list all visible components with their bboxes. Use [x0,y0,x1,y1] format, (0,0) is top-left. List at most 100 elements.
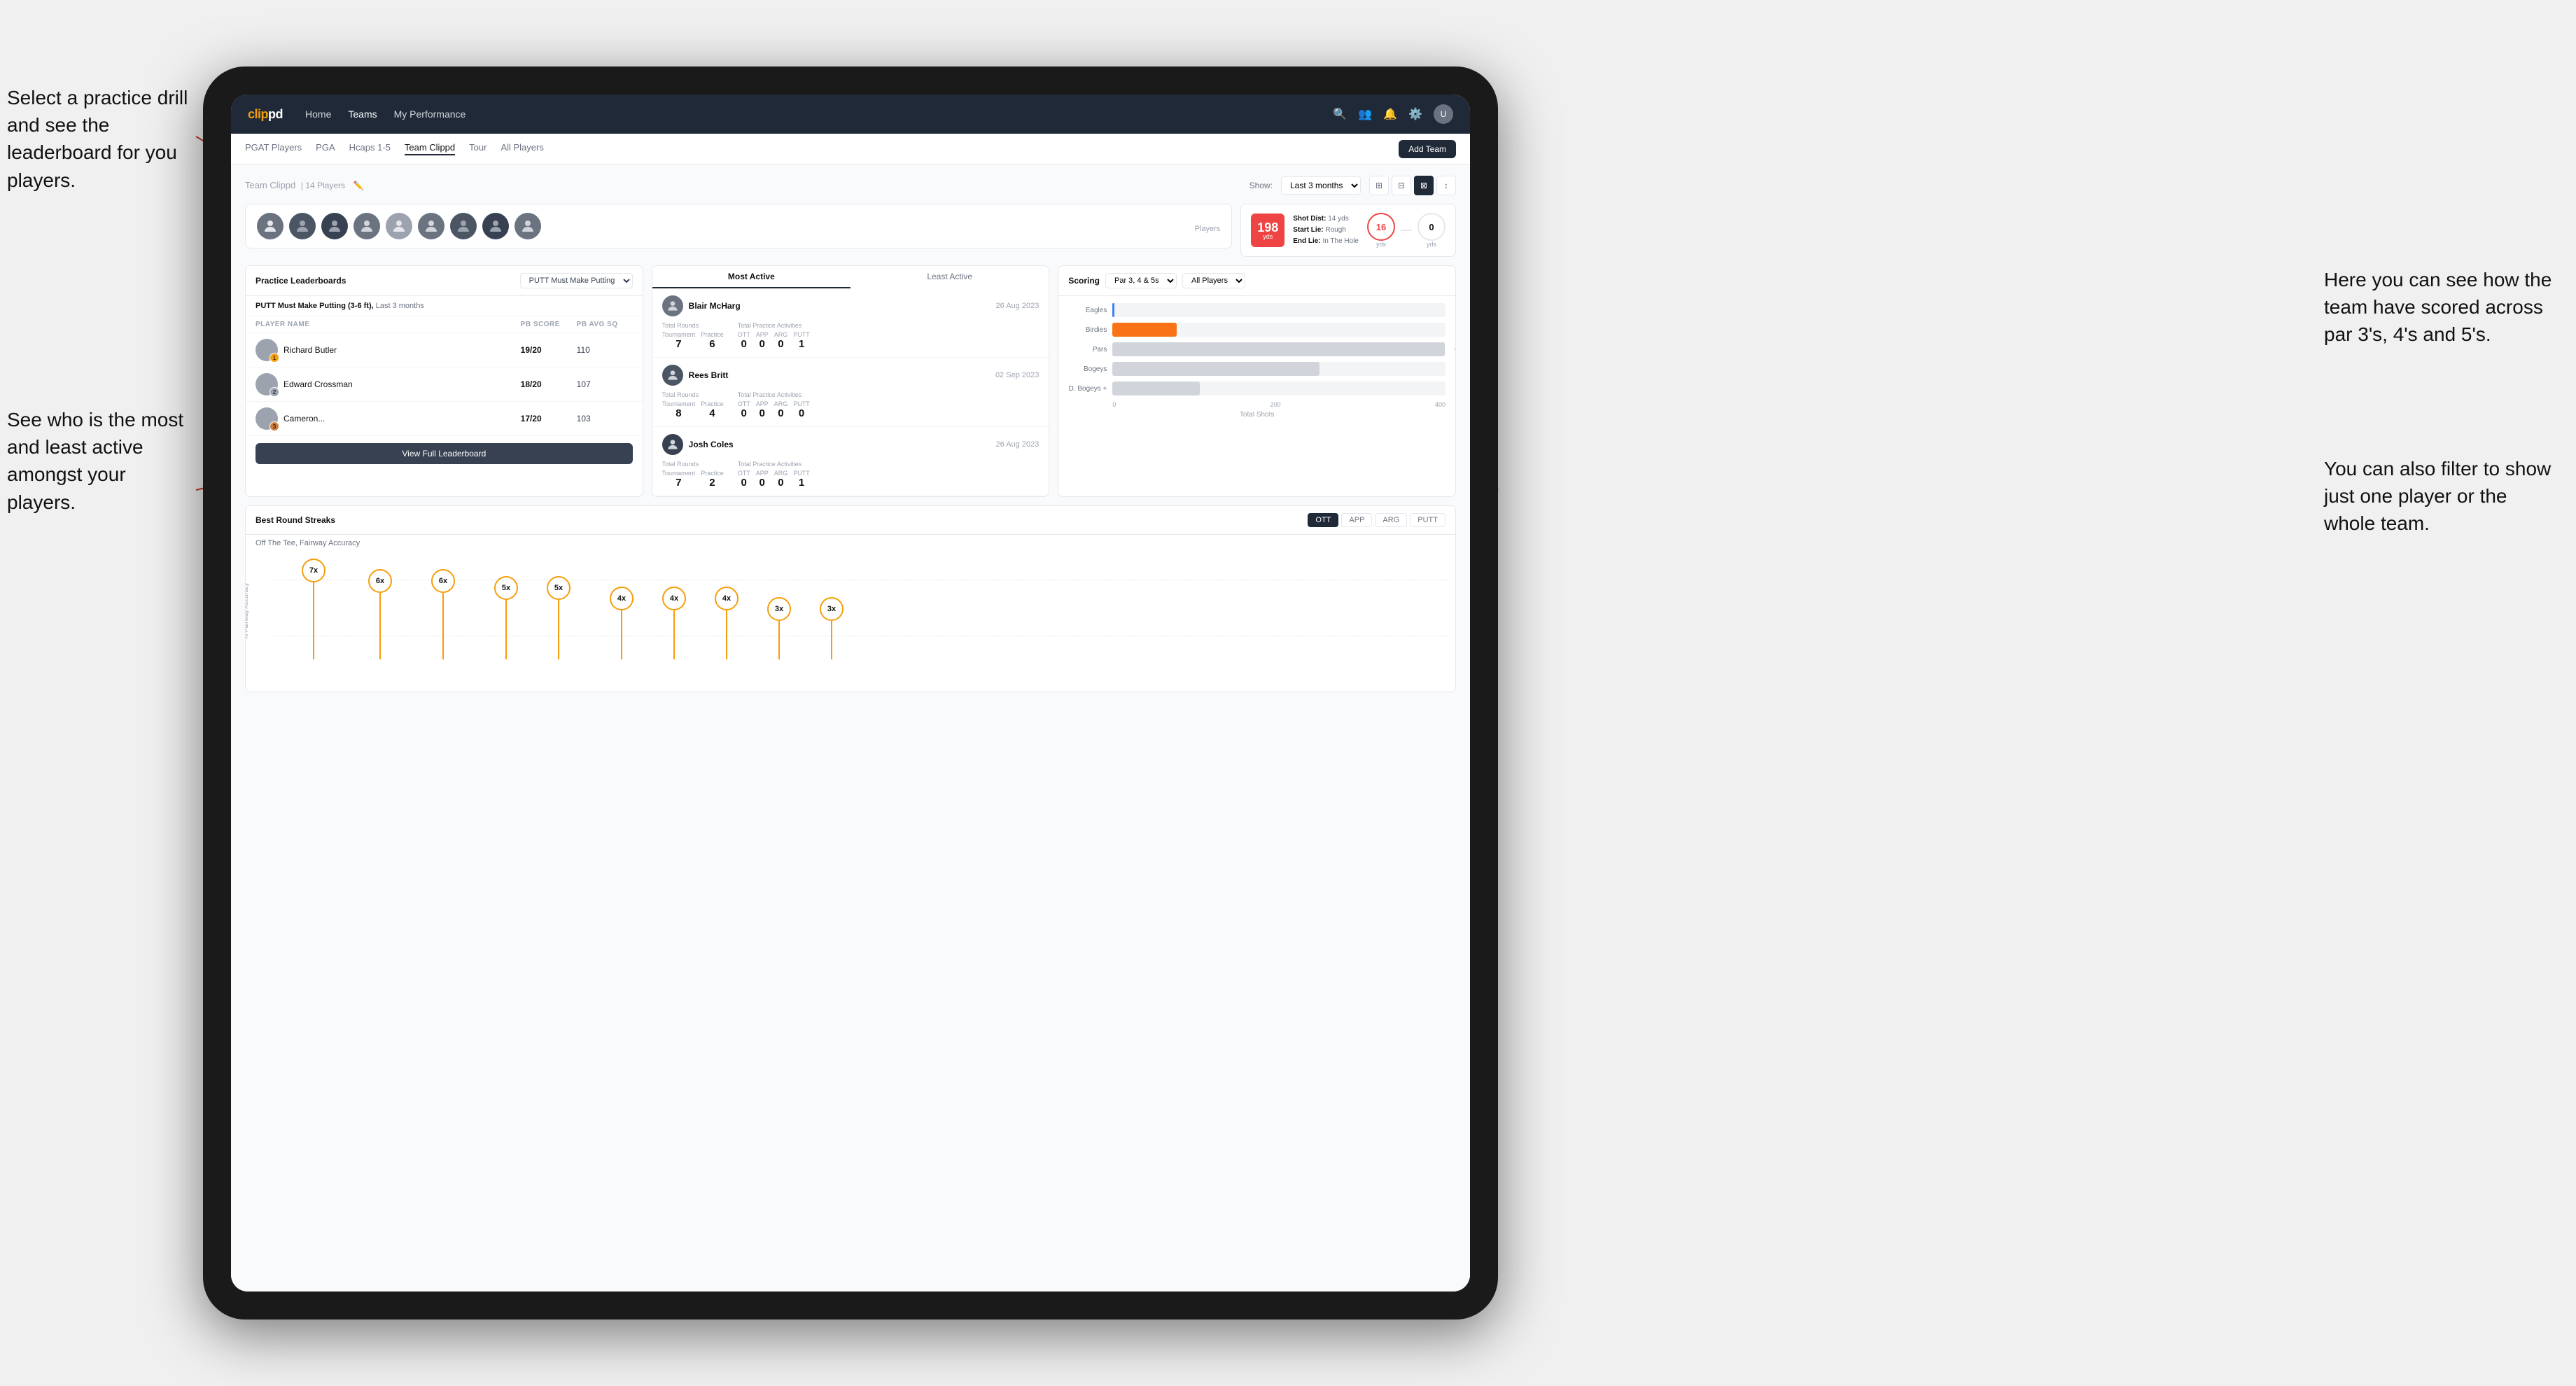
streaks-chart: % Fairway Accuracy 7x 6x [246,552,1455,692]
streaks-tab-app[interactable]: APP [1341,513,1372,527]
streak-dot-8: 4x [715,587,738,659]
edit-icon[interactable]: ✏️ [354,181,364,190]
navbar: clippd Home Teams My Performance 🔍 👥 🔔 ⚙… [231,94,1470,134]
player-row-info-3: 3 Cameron... [255,407,521,430]
yds-left-col: 16 yds [1367,213,1395,248]
stat-app-1: APP 0 [756,331,769,350]
tab-least-active[interactable]: Least Active [850,266,1049,288]
drill-subtitle: PUTT Must Make Putting (3-6 ft), Last 3 … [246,296,643,316]
nav-home[interactable]: Home [305,108,331,120]
bar-value-pars: 499 [1455,346,1456,354]
bar-fill-birdies [1112,323,1176,337]
nav-teams[interactable]: Teams [348,108,377,120]
stat-tournament-label-1: Tournament [662,331,696,338]
drill-selector[interactable]: PUTT Must Make Putting [520,273,633,288]
subnav-tour[interactable]: Tour [469,142,486,155]
player-avatar-5[interactable] [386,213,412,239]
activity-stats-3: Total Rounds Tournament 7 Practice 2 [662,461,1040,489]
player-col-3 [321,213,348,239]
subnav-pga[interactable]: PGA [316,142,335,155]
player-avatar-8[interactable] [482,213,509,239]
streak-line-1 [313,582,314,659]
bar-row-birdies: Birdies 96 [1068,323,1446,337]
team-title-area: Team Clippd | 14 Players ✏️ [245,179,364,192]
stat-practice-1: Practice 6 [701,331,724,350]
scoring-title: Scoring [1068,276,1100,286]
scoring-header: Scoring Par 3, 4 & 5s All Players [1068,273,1245,288]
start-lie-info: Start Lie: Rough [1293,225,1359,236]
player-col-4 [354,213,380,239]
streak-dot-1: 7x [302,559,326,659]
streak-circle-4: 5x [494,576,518,600]
table-row: 2 Edward Crossman 18/20 107 [246,368,643,402]
streak-dot-7: 4x [662,587,686,659]
player-name-3: Cameron... [284,414,325,424]
people-icon[interactable]: 👥 [1358,107,1372,121]
player-avatar-2[interactable] [289,213,316,239]
medal-bronze: 3 [270,421,279,431]
streaks-tab-arg[interactable]: ARG [1375,513,1407,527]
view-card-btn[interactable]: ⊠ [1414,176,1434,195]
streak-dot-2: 6x [368,569,392,659]
player-avatar-3[interactable] [321,213,348,239]
shot-dist-info: Shot Dist: 14 yds [1293,214,1359,225]
view-full-leaderboard-button[interactable]: View Full Leaderboard [255,443,633,464]
stat-group-rounds-2: Total Rounds Tournament 8 Practice 4 [662,391,724,419]
subnav-pgat[interactable]: PGAT Players [245,142,302,155]
bar-row-pars: Pars 499 [1068,342,1446,356]
bar-label-birdies: Birdies [1068,326,1107,334]
bar-label-bogeys: Bogeys [1068,365,1107,373]
subnav-hcaps[interactable]: Hcaps 1-5 [349,142,391,155]
add-team-button[interactable]: Add Team [1399,140,1456,158]
leaderboard-column-headers: PLAYER NAME PB SCORE PB AVG SQ [246,316,643,333]
annotation-right-bottom: You can also filter to show just one pla… [2324,455,2562,538]
medal-gold: 1 [270,353,279,363]
view-list-btn[interactable]: ⊟ [1392,176,1411,195]
player-avatar-4[interactable] [354,213,380,239]
player-col-6 [418,213,444,239]
players-section-label: Players [1195,222,1221,234]
nav-my-performance[interactable]: My Performance [394,108,466,120]
streaks-tab-ott[interactable]: OTT [1308,513,1338,527]
view-sort-btn[interactable]: ↕ [1436,176,1456,195]
shot-info: Shot Dist: 14 yds Start Lie: Rough End L… [1293,214,1359,247]
team-name: Team Clippd [245,180,295,190]
player-avatar-1[interactable] [257,213,284,239]
yds-right-circle: 0 [1418,213,1446,241]
player-avatar-6[interactable] [418,213,444,239]
player-avatar-7[interactable] [450,213,477,239]
activity-stats-1: Total Rounds Tournament 7 Practice 6 [662,322,1040,350]
streak-line-4 [505,600,507,659]
yds-circles: 16 yds — 0 yds [1367,213,1446,248]
stat-group-rounds-1: Total Rounds Tournament 7 Practice 6 [662,322,724,350]
settings-icon[interactable]: ⚙️ [1408,107,1422,121]
streak-dot-5: 5x [547,576,570,659]
player-col-1 [257,213,284,239]
player-score-1: 19/20 [521,345,577,355]
yds-left-value: 16 [1376,222,1386,232]
subnav-team-clippd[interactable]: Team Clippd [405,142,455,155]
player-avatar-9[interactable] [514,213,541,239]
streak-dot-4: 5x [494,576,518,659]
search-icon[interactable]: 🔍 [1333,107,1347,121]
bell-icon[interactable]: 🔔 [1383,107,1397,121]
activity-player-3: Josh Coles 26 Aug 2023 Total Rounds Tour… [652,427,1049,496]
period-select[interactable]: Last 3 months [1281,176,1361,195]
col-pb-avg: PB AVG SQ [577,321,633,328]
streak-dot-10: 3x [820,597,844,659]
scoring-par-filter[interactable]: Par 3, 4 & 5s [1105,273,1177,288]
chart-x-axis: 0 200 400 [1112,401,1446,411]
streak-dot-9: 3x [767,597,791,659]
view-grid-btn[interactable]: ⊞ [1369,176,1389,195]
tab-most-active[interactable]: Most Active [652,266,850,288]
streaks-tab-putt[interactable]: PUTT [1410,513,1446,527]
three-col-grid: Practice Leaderboards PUTT Must Make Put… [245,265,1456,497]
streaks-tabs: OTT APP ARG PUTT [1308,513,1446,527]
streak-line-9 [778,621,780,659]
user-avatar[interactable]: U [1434,104,1453,124]
streak-circle-8: 4x [715,587,738,610]
scoring-player-filter[interactable]: All Players [1182,273,1245,288]
player-score-3: 17/20 [521,414,577,424]
lb-avatar-1: 1 [255,339,278,361]
subnav-all-players[interactable]: All Players [500,142,543,155]
